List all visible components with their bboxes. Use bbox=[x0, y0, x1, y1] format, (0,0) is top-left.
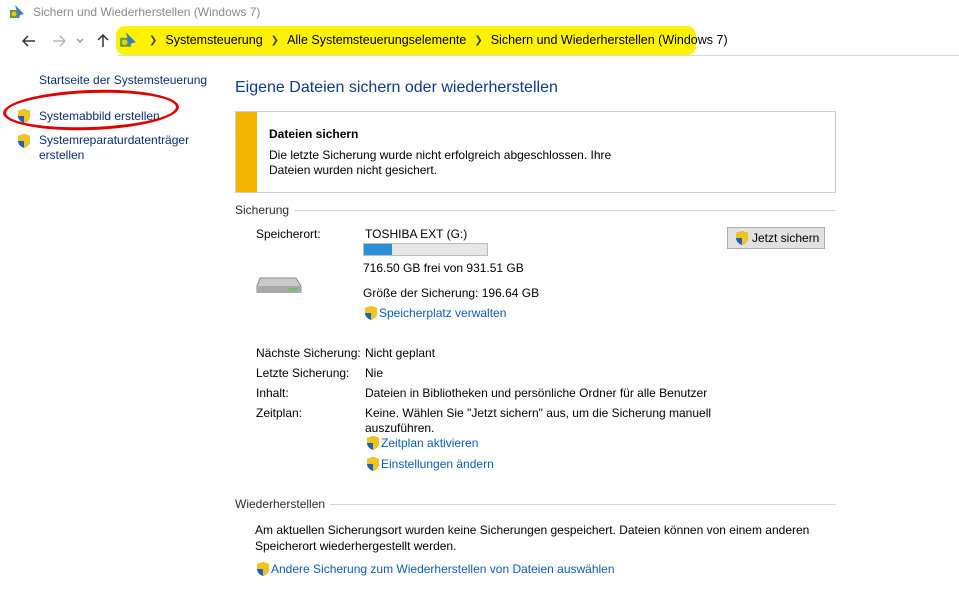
backup-warning-panel: Dateien sichern Die letzte Sicherung wur… bbox=[235, 111, 836, 193]
next-backup-value: Nicht geplant bbox=[365, 346, 436, 360]
back-button[interactable] bbox=[20, 32, 38, 50]
address-divider bbox=[118, 55, 959, 56]
uac-shield-icon bbox=[736, 231, 748, 245]
backup-now-button[interactable]: Jetzt sichern bbox=[727, 227, 825, 249]
warning-line-2: Dateien wurden nicht gesichert. bbox=[269, 163, 438, 177]
restore-section-divider bbox=[330, 504, 836, 505]
restore-line-2: Speicherort wiederhergestellt werden. bbox=[255, 539, 457, 553]
enable-schedule-link[interactable]: Zeitplan aktivieren bbox=[381, 436, 478, 450]
manage-space-link[interactable]: Speicherplatz verwalten bbox=[379, 306, 506, 320]
recent-locations-button[interactable] bbox=[74, 32, 86, 50]
backup-section-divider bbox=[294, 210, 836, 211]
backup-size-text: Größe der Sicherung: 196.64 GB bbox=[363, 286, 540, 300]
change-settings-link[interactable]: Einstellungen ändern bbox=[381, 457, 494, 471]
location-value: TOSHIBA EXT (G:) bbox=[365, 227, 468, 241]
hard-drive-icon bbox=[256, 277, 302, 293]
last-backup-value: Nie bbox=[365, 366, 384, 380]
chevron-right-icon: ❯ bbox=[149, 34, 158, 46]
backup-now-label: Jetzt sichern bbox=[752, 231, 820, 245]
schedule-line-2: auszuführen. bbox=[365, 421, 435, 435]
warning-title: Dateien sichern bbox=[269, 127, 359, 141]
content-value: Dateien in Bibliotheken und persönliche … bbox=[365, 386, 708, 400]
breadcrumb-sichern[interactable]: Sichern und Wiederherstellen (Windows 7) bbox=[491, 33, 728, 47]
restore-message: Am aktuellen Sicherungsort wurden keine … bbox=[255, 522, 809, 554]
repair-disc-line-2: erstellen bbox=[39, 148, 85, 162]
chevron-right-icon: ❯ bbox=[270, 34, 280, 46]
arrow-right-icon bbox=[53, 35, 66, 47]
uac-shield-icon bbox=[367, 457, 379, 471]
uac-shield-icon bbox=[257, 562, 269, 576]
free-space-text: 716.50 GB frei von 931.51 GB bbox=[363, 261, 524, 275]
annotation-circle bbox=[2, 86, 180, 134]
restore-section-heading: Wiederherstellen bbox=[235, 497, 326, 511]
chevron-down-icon bbox=[76, 38, 84, 43]
schedule-line-1: Keine. Wählen Sie "Jetzt sichern" aus, u… bbox=[365, 406, 712, 420]
last-backup-label: Letzte Sicherung: bbox=[256, 366, 350, 380]
address-bar[interactable]: ❯ Systemsteuerung ❯ Alle Systemsteuerung… bbox=[116, 26, 728, 55]
breadcrumb: ❯ Systemsteuerung ❯ Alle Systemsteuerung… bbox=[141, 33, 728, 47]
uac-shield-icon bbox=[365, 306, 377, 320]
arrow-left-icon bbox=[22, 35, 35, 47]
breadcrumb-alle-elemente[interactable]: Alle Systemsteuerungselemente bbox=[287, 33, 466, 47]
window-title: Sichern und Wiederherstellen (Windows 7) bbox=[33, 5, 261, 19]
page-title: Eigene Dateien sichern oder wiederherste… bbox=[235, 79, 558, 96]
content-label: Inhalt: bbox=[256, 386, 289, 400]
schedule-label: Zeitplan: bbox=[256, 406, 303, 420]
control-panel-icon bbox=[10, 5, 24, 19]
up-button[interactable] bbox=[94, 32, 112, 50]
warning-line-1: Die letzte Sicherung wurde nicht erfolgr… bbox=[269, 148, 612, 162]
schedule-value: Keine. Wählen Sie "Jetzt sichern" aus, u… bbox=[365, 406, 711, 436]
uac-shield-icon bbox=[18, 134, 30, 148]
control-panel-icon bbox=[120, 32, 136, 48]
arrow-up-icon bbox=[97, 34, 109, 47]
location-label: Speicherort: bbox=[256, 227, 321, 241]
uac-shield-icon bbox=[367, 436, 379, 450]
sidebar-link-repair-disc[interactable]: Systemreparaturdatenträger erstellen bbox=[39, 133, 189, 163]
chevron-right-icon: ❯ bbox=[474, 34, 483, 46]
restore-line-1: Am aktuellen Sicherungsort wurden keine … bbox=[255, 523, 810, 537]
next-backup-label: Nächste Sicherung: bbox=[256, 346, 361, 360]
storage-usage-bar bbox=[363, 243, 488, 256]
forward-button[interactable] bbox=[50, 32, 68, 50]
repair-disc-line-1: Systemreparaturdatenträger bbox=[39, 133, 190, 147]
storage-usage-fill bbox=[364, 244, 393, 255]
sidebar-link-home[interactable]: Startseite der Systemsteuerung bbox=[39, 73, 207, 88]
warning-message: Die letzte Sicherung wurde nicht erfolgr… bbox=[269, 148, 649, 178]
backup-section-heading: Sicherung bbox=[235, 203, 290, 217]
warning-stripe bbox=[236, 112, 257, 192]
breadcrumb-systemsteuerung[interactable]: Systemsteuerung bbox=[165, 33, 262, 47]
title-bar: Sichern und Wiederherstellen (Windows 7) bbox=[0, 0, 959, 24]
select-other-backup-link[interactable]: Andere Sicherung zum Wiederherstellen vo… bbox=[271, 562, 615, 576]
